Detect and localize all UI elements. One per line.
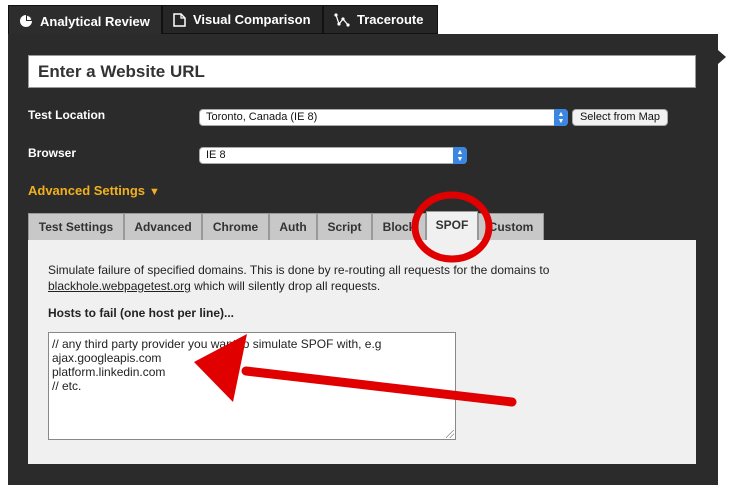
description-text-end: which will silently drop all requests. bbox=[190, 279, 381, 293]
panel-pointer bbox=[718, 50, 726, 64]
test-location-value: Toronto, Canada (IE 8) bbox=[206, 111, 318, 123]
pie-chart-icon bbox=[19, 14, 33, 28]
tab-label: Traceroute bbox=[357, 12, 424, 27]
route-icon bbox=[334, 12, 350, 27]
browser-label: Browser bbox=[28, 146, 77, 160]
triangle-down-icon: ▼ bbox=[149, 186, 160, 198]
tab-visual-comparison[interactable]: Visual Comparison bbox=[162, 5, 323, 34]
tab-script[interactable]: Script bbox=[317, 213, 372, 240]
tab-analytical-review[interactable]: Analytical Review bbox=[8, 5, 162, 36]
test-location-label: Test Location bbox=[28, 108, 106, 122]
tab-label: Analytical Review bbox=[40, 13, 150, 29]
document-icon bbox=[173, 12, 186, 27]
textarea-line: // etc. bbox=[52, 379, 82, 393]
tab-test-settings[interactable]: Test Settings bbox=[28, 213, 124, 240]
tab-chrome[interactable]: Chrome bbox=[202, 213, 269, 240]
tab-advanced[interactable]: Advanced bbox=[124, 213, 202, 240]
tab-custom[interactable]: Custom bbox=[478, 213, 544, 240]
tab-traceroute[interactable]: Traceroute bbox=[323, 5, 438, 34]
select-stepper-icon: ▲ ▼ bbox=[453, 147, 467, 164]
resize-grip-icon[interactable] bbox=[446, 430, 454, 438]
textarea-line: platform.linkedin.com bbox=[52, 365, 166, 379]
url-placeholder: Enter a Website URL bbox=[38, 62, 205, 81]
advanced-settings-toggle[interactable]: Advanced Settings ▼ bbox=[28, 183, 160, 198]
tab-label: Visual Comparison bbox=[193, 12, 311, 27]
textarea-line: ajax.googleapis.com bbox=[52, 351, 162, 365]
website-url-input[interactable]: Enter a Website URL bbox=[28, 55, 696, 88]
browser-select[interactable]: IE 8 ▲ ▼ bbox=[199, 147, 467, 164]
tab-auth[interactable]: Auth bbox=[269, 213, 317, 240]
advanced-settings-label: Advanced Settings bbox=[28, 183, 146, 198]
select-from-map-button[interactable]: Select from Map bbox=[572, 109, 668, 126]
browser-value: IE 8 bbox=[206, 149, 226, 161]
description-text: Simulate failure of specified domains. T… bbox=[48, 263, 550, 277]
tab-spof[interactable]: SPOF bbox=[426, 211, 478, 240]
blackhole-link[interactable]: blackhole.webpagetest.org bbox=[48, 279, 191, 293]
hosts-to-fail-label: Hosts to fail (one host per line)... bbox=[48, 306, 235, 320]
textarea-line: // any third party provider you want to … bbox=[52, 337, 382, 351]
tab-block[interactable]: Block bbox=[372, 213, 426, 240]
test-location-select[interactable]: Toronto, Canada (IE 8) ▲ ▼ bbox=[199, 109, 568, 126]
select-stepper-icon: ▲ ▼ bbox=[554, 109, 568, 126]
hosts-to-fail-textarea[interactable]: // any third party provider you want to … bbox=[48, 332, 456, 440]
spof-description: Simulate failure of specified domains. T… bbox=[48, 262, 608, 294]
